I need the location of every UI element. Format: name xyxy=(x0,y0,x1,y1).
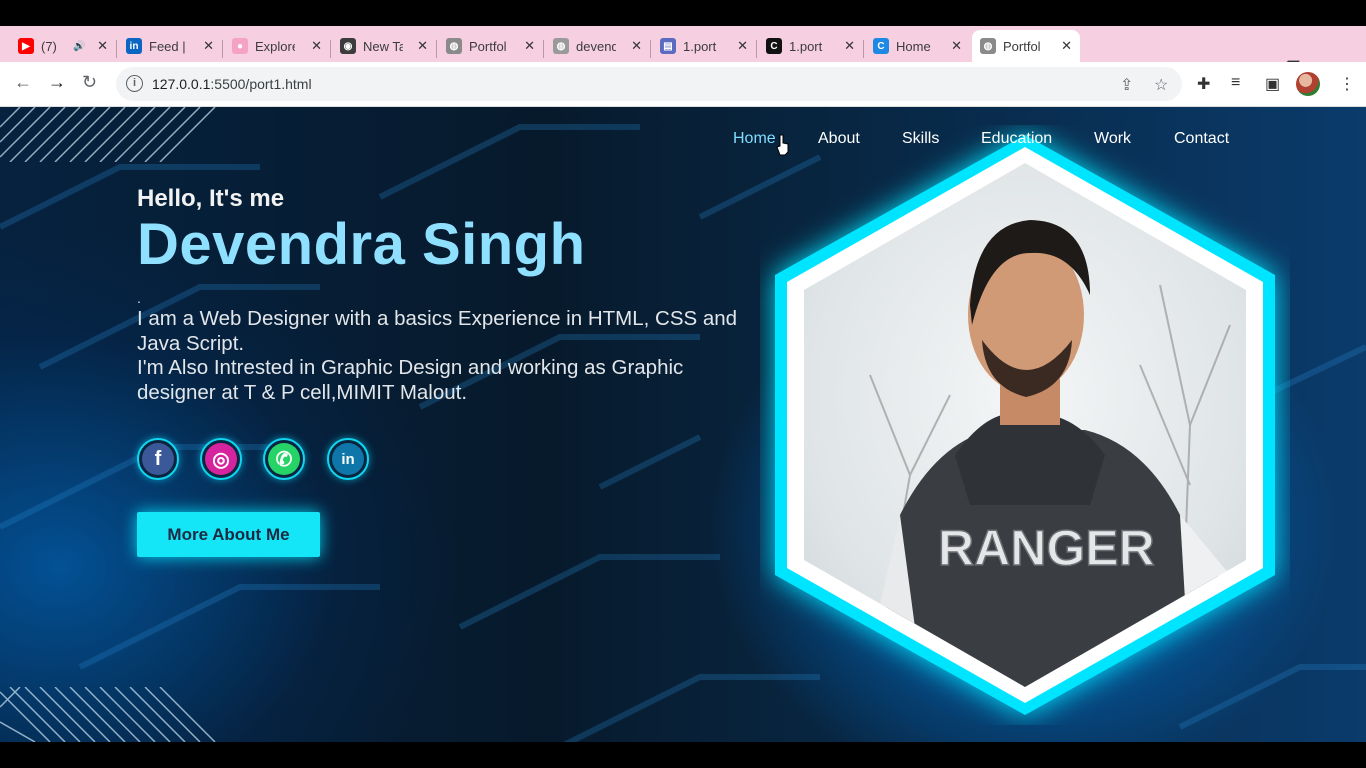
tab-separator xyxy=(116,40,117,58)
close-tab-icon[interactable]: ✕ xyxy=(417,38,428,54)
description-line: designer at T & P cell,MIMIT Malout. xyxy=(137,380,468,404)
site-info-icon[interactable]: i xyxy=(126,75,143,92)
close-tab-icon[interactable]: ✕ xyxy=(1061,38,1072,54)
hand-cursor-icon xyxy=(776,134,789,156)
tab-title: Feed | xyxy=(149,38,186,54)
instagram-icon: ◎ xyxy=(205,443,237,475)
stripes-decoration-bottom xyxy=(0,687,216,742)
close-tab-icon[interactable]: ✕ xyxy=(844,38,855,54)
close-tab-icon[interactable]: ✕ xyxy=(524,38,535,54)
whatsapp-link[interactable]: ✆ xyxy=(263,438,305,480)
nav-link-work[interactable]: Work xyxy=(1094,130,1131,148)
side-panel-icon[interactable]: ▣ xyxy=(1265,74,1280,94)
close-tab-icon[interactable]: ✕ xyxy=(737,38,748,54)
chrome-icon: ◉ xyxy=(340,38,356,54)
nav-link-skills[interactable]: Skills xyxy=(902,130,939,148)
close-tab-icon[interactable]: ✕ xyxy=(97,38,108,54)
browser-tab[interactable]: ▤ 1.port ✕ xyxy=(652,30,756,62)
media-control-icon[interactable]: ≡ xyxy=(1231,74,1240,92)
browser-tab[interactable]: ◉ New Ta ✕ xyxy=(332,30,436,62)
close-tab-icon[interactable]: ✕ xyxy=(311,38,322,54)
profile-hexagon: RANGER xyxy=(775,135,1275,715)
nav-link-about[interactable]: About xyxy=(818,130,860,148)
tab-title: 1.port xyxy=(789,38,823,54)
close-tab-icon[interactable]: ✕ xyxy=(203,38,214,54)
globe-icon: ◍ xyxy=(446,38,462,54)
globe-icon: ◍ xyxy=(980,38,996,54)
browser-tab[interactable]: ● Explore ✕ xyxy=(224,30,330,62)
instagram-link[interactable]: ◎ xyxy=(200,438,242,480)
tab-separator xyxy=(756,40,757,58)
description-line: I'm Also Intrested in Graphic Design and… xyxy=(137,356,684,379)
stripes-decoration-top xyxy=(0,107,216,162)
browser-tab[interactable]: ◍ Portfol ✕ xyxy=(438,30,543,62)
tab-title: Portfol xyxy=(469,38,507,54)
close-tab-icon[interactable]: ✕ xyxy=(631,38,642,54)
tab-separator xyxy=(436,40,437,58)
url-text[interactable]: 127.0.0.1:5500/port1.html xyxy=(152,76,312,92)
browser-toolbar: ← → ↻ i 127.0.0.1:5500/port1.html ⇪ ☆ ✚ … xyxy=(0,62,1366,107)
circle-c-icon: C xyxy=(766,38,782,54)
hero-name: Devendra Singh xyxy=(137,212,586,277)
linkedin-link[interactable]: in xyxy=(327,438,369,480)
reload-icon[interactable]: ↻ xyxy=(82,72,97,93)
c-logo-icon: C xyxy=(873,38,889,54)
tab-separator xyxy=(863,40,864,58)
browser-tab-strip: + ⌄ — ❐ ✕ ▶(7)🔊✕inFeed |✕●Explore✕◉New T… xyxy=(0,26,1366,80)
tab-title: New Ta xyxy=(363,38,403,54)
share-icon[interactable]: ⇪ xyxy=(1120,75,1133,95)
profile-avatar[interactable] xyxy=(1296,72,1320,96)
greeting-text: Hello, It's me xyxy=(137,185,285,212)
linkedin-icon: in xyxy=(332,443,364,475)
tab-separator xyxy=(222,40,223,58)
linkedin-icon: in xyxy=(126,38,142,54)
more-about-me-button[interactable]: More About Me xyxy=(137,512,320,557)
browser-tab[interactable]: ▶ (7) 🔊 ✕ xyxy=(10,30,116,62)
tab-title: Portfol xyxy=(1003,38,1041,54)
extensions-icon[interactable]: ✚ xyxy=(1197,74,1210,94)
tab-title: 1.port xyxy=(683,38,717,54)
facebook-link[interactable]: f xyxy=(137,438,179,480)
forward-icon[interactable]: → xyxy=(48,72,66,93)
menu-icon[interactable]: ⋮ xyxy=(1339,74,1355,94)
github-icon: ● xyxy=(232,38,248,54)
facebook-icon: f xyxy=(142,443,174,475)
browser-tab[interactable]: C 1.port ✕ xyxy=(758,30,863,62)
tab-separator xyxy=(543,40,544,58)
close-tab-icon[interactable]: ✕ xyxy=(951,38,962,54)
tab-separator xyxy=(650,40,651,58)
globe-icon: ◍ xyxy=(553,38,569,54)
decorative-dot: . xyxy=(137,290,141,306)
youtube-icon: ▶ xyxy=(18,38,34,54)
audio-playing-icon[interactable]: 🔊 xyxy=(73,41,85,52)
nav-link-education[interactable]: Education xyxy=(981,130,1052,148)
screen-bottom-bar xyxy=(0,742,1366,768)
back-icon[interactable]: ← xyxy=(14,72,32,93)
browser-tab[interactable]: ◍ Portfol ✕ xyxy=(972,30,1080,62)
portfolio-page: RANGER Home About Skills Education Work Conta… xyxy=(0,107,1366,742)
hero-description: I am a Web Designer with a basics Experi… xyxy=(137,307,777,405)
tab-title: Home xyxy=(896,38,931,54)
tab-separator xyxy=(330,40,331,58)
browser-tab[interactable]: C Home ✕ xyxy=(865,30,970,62)
shirt-text: RANGER xyxy=(938,520,1155,576)
nav-link-contact[interactable]: Contact xyxy=(1174,130,1229,148)
nav-link-home[interactable]: Home xyxy=(733,130,776,148)
description-line: I am a Web Designer with a basics Experi… xyxy=(137,307,738,330)
screen-top-bar xyxy=(0,0,1366,26)
description-line: Java Script. xyxy=(137,331,245,355)
browser-tab[interactable]: in Feed | ✕ xyxy=(118,30,222,62)
browser-tab[interactable]: ◍ devend ✕ xyxy=(545,30,650,62)
form-icon: ▤ xyxy=(660,38,676,54)
bookmark-star-icon[interactable]: ☆ xyxy=(1154,75,1168,95)
tab-title: Explore xyxy=(255,38,295,54)
address-bar[interactable]: i 127.0.0.1:5500/port1.html ⇪ ☆ xyxy=(116,67,1182,101)
whatsapp-icon: ✆ xyxy=(268,443,300,475)
tab-title: devend xyxy=(576,38,616,54)
